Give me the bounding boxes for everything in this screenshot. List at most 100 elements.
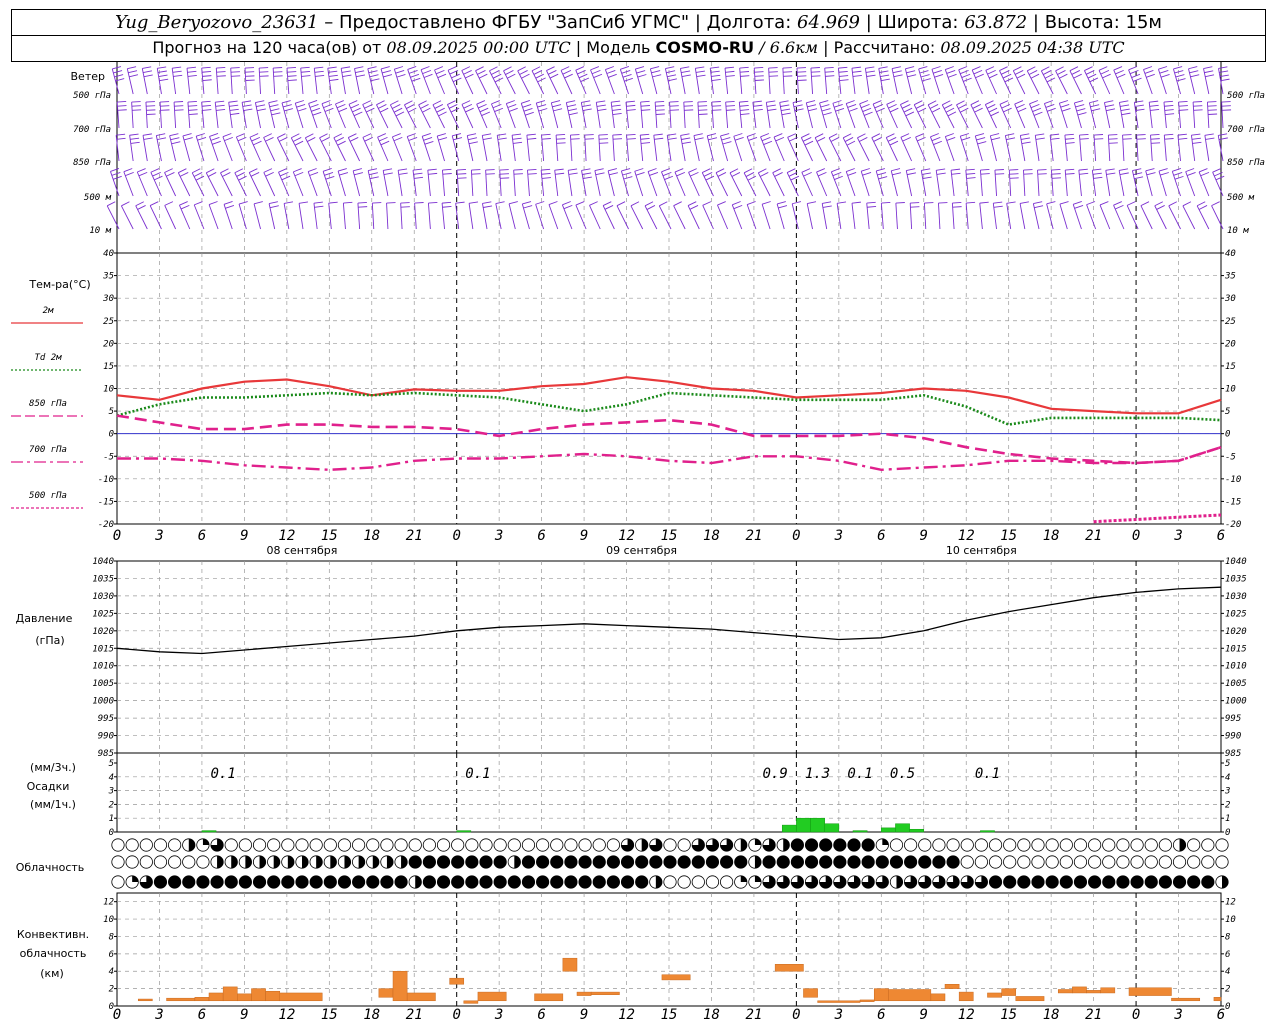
barb-flag [1069, 66, 1079, 72]
barb-flag [564, 73, 573, 79]
pressure-tick-left: 1025 [92, 609, 114, 619]
barb-flag [1204, 70, 1214, 74]
barb-flag [1019, 201, 1029, 204]
barb-flag [608, 168, 617, 172]
barb-flag [616, 201, 626, 207]
wind-barb [851, 201, 861, 230]
barb-flag [509, 107, 518, 112]
barb-flag [477, 70, 486, 75]
barb-flag [766, 104, 776, 107]
wind-barb [594, 168, 605, 197]
cloud-symbol [125, 875, 139, 889]
barb-flag [945, 107, 955, 113]
wind-barb [905, 168, 917, 197]
wind-barb [1122, 134, 1132, 162]
barb-flag [1174, 175, 1184, 180]
conv-tick-left: 4 [109, 967, 114, 977]
barb-flag [1105, 104, 1115, 108]
barb-flag [157, 66, 167, 69]
cloud-symbol [918, 875, 932, 889]
barb-flag [566, 100, 576, 104]
barb-flag [1093, 134, 1104, 136]
barb-flag [512, 133, 522, 136]
barb-flag [479, 73, 488, 79]
x-tick-label: 3 [154, 528, 163, 544]
cloud-symbol [804, 875, 819, 889]
wind-barb [989, 133, 1001, 162]
wind-barb [931, 66, 944, 95]
conv-bar [873, 988, 889, 1002]
wind-barb [683, 101, 694, 129]
wind-barb [489, 66, 504, 95]
wind-barb [1023, 169, 1033, 197]
wind-barb [209, 133, 221, 162]
barb-flag [641, 109, 651, 111]
wind-barb [414, 202, 424, 230]
wind-barb [1118, 100, 1131, 129]
barb-flag [1220, 78, 1230, 82]
barb-flag [775, 136, 785, 142]
wind-barb [900, 133, 913, 162]
precip-tick-right: 2 [1225, 800, 1230, 810]
wind-barb [1177, 133, 1188, 162]
barb-staff [999, 70, 1012, 95]
barb-flag [822, 112, 832, 116]
x-tick-label: 0 [452, 528, 460, 544]
barb-flag [422, 133, 431, 137]
cloud-fill [882, 838, 889, 845]
barb-flag [807, 104, 817, 108]
barb-flag [372, 202, 382, 204]
barb-flag [157, 137, 167, 141]
barb-staff [575, 204, 587, 230]
barb-flag [1158, 168, 1168, 172]
wind-barb [535, 201, 545, 230]
cloud-symbol [196, 855, 210, 869]
barb-flag [933, 140, 943, 145]
barb-flag [234, 168, 244, 174]
barb-flag [918, 66, 928, 70]
wind-barb [517, 66, 530, 95]
cloud-symbol [352, 855, 366, 869]
wind-barb [496, 133, 507, 162]
barb-flag [862, 172, 872, 176]
cloud-fill [231, 855, 238, 869]
barb-flag [846, 140, 856, 146]
cloud-symbol [493, 838, 507, 852]
barb-flag [652, 74, 662, 78]
cloud-symbol [224, 855, 238, 869]
wind-level-right: 500 гПа [1227, 91, 1265, 101]
barb-flag [357, 202, 367, 204]
cloud-symbol [1045, 838, 1059, 852]
cloud-symbol [988, 838, 1003, 852]
wind-barb [816, 168, 828, 197]
cloud-circle [960, 838, 974, 852]
barb-flag [852, 74, 862, 77]
cloud-symbol [380, 838, 394, 852]
pressure-tick-left: 1020 [92, 627, 114, 637]
barb-flag [179, 172, 189, 177]
wind-barb [565, 100, 578, 129]
barb-flag [892, 172, 902, 176]
barb-flag [196, 133, 205, 137]
barb-flag [1077, 112, 1087, 116]
cloud-symbol [394, 838, 408, 852]
wind-barb [475, 66, 488, 95]
barb-flag [1002, 73, 1012, 79]
wind-barb [397, 168, 408, 197]
cloud-circle [1215, 855, 1229, 869]
barb-flag [535, 73, 544, 79]
cloud-symbol [776, 855, 790, 869]
cloud-symbol [394, 875, 408, 889]
cloud-symbol [649, 855, 663, 869]
wind-barb [720, 133, 732, 162]
barb-flag [712, 105, 722, 107]
wind-barb [420, 66, 433, 95]
cloud-symbol [1003, 875, 1017, 889]
barb-flag [483, 205, 493, 208]
barb-flag [183, 137, 193, 141]
wind-barb [944, 133, 956, 162]
wind-barb [752, 100, 763, 129]
cloud-symbol [380, 855, 394, 869]
barb-flag [681, 137, 691, 140]
cloud-symbol [252, 875, 267, 889]
